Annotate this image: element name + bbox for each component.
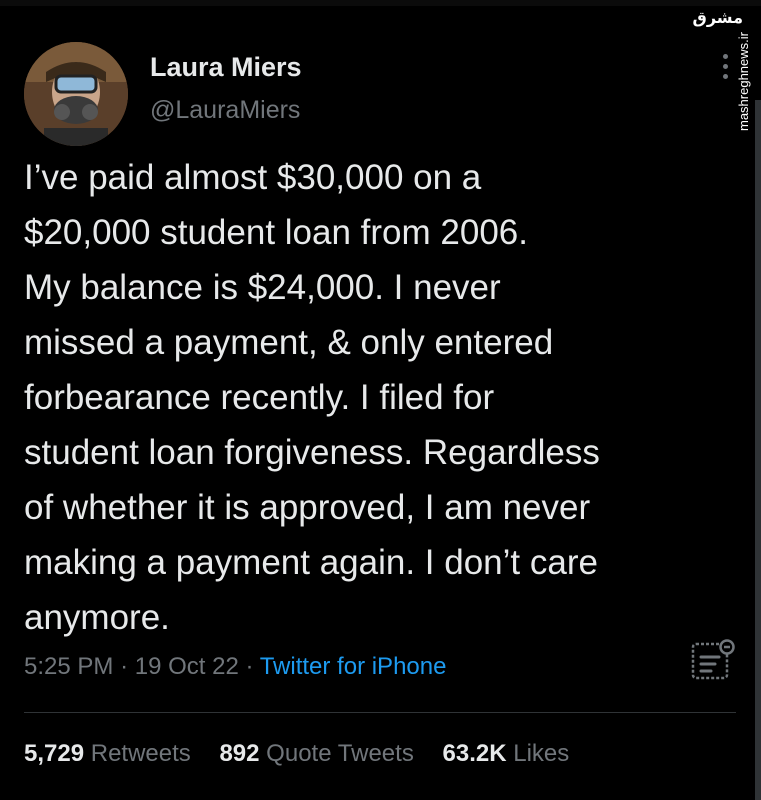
avatar[interactable] (24, 42, 128, 146)
meta-separator: · (120, 653, 129, 680)
quote-tweets-stat[interactable]: 892 Quote Tweets (219, 740, 420, 767)
tweet-line: $20,000 student loan from 2006. (24, 213, 528, 252)
tweet-line: making a payment again. I don’t care (24, 543, 598, 582)
tweet-text: I’ve paid almost $30,000 on a $20,000 st… (24, 150, 729, 645)
more-dot (722, 64, 728, 69)
divider (24, 712, 736, 713)
tweet-time[interactable]: 5:25 PM (24, 653, 113, 680)
display-name[interactable]: Laura Miers (150, 52, 302, 83)
more-dot (722, 54, 728, 59)
top-border (0, 0, 761, 6)
retweets-stat[interactable]: 5,729 Retweets (24, 740, 197, 767)
likes-stat[interactable]: 63.2K Likes (443, 740, 570, 767)
more-icon[interactable] (721, 54, 729, 79)
quote-tweets-label: Quote Tweets (266, 740, 414, 767)
tweet-line: My balance is $24,000. I never (24, 268, 501, 307)
handle[interactable]: @LauraMiers (150, 96, 300, 125)
quote-tweets-count: 892 (219, 740, 260, 767)
retweets-count: 5,729 (24, 740, 85, 767)
tweet-stats: 5,729 Retweets 892 Quote Tweets 63.2K Li… (24, 740, 591, 768)
tweet-date[interactable]: 19 Oct 22 (135, 653, 239, 680)
tweet-line: forbearance recently. I filed for (24, 378, 495, 417)
tweet-source-link[interactable]: Twitter for iPhone (260, 653, 447, 680)
more-dot (722, 74, 728, 79)
tweet-line: I’ve paid almost $30,000 on a (24, 158, 482, 197)
avatar-image (24, 42, 128, 146)
watermark-logo: مشرق (692, 10, 743, 27)
watermark-site: mashreghnews.ir (736, 32, 751, 131)
tweet-line: of whether it is approved, I am never (24, 488, 591, 527)
scrollbar[interactable] (755, 100, 761, 800)
tweet-line: student loan forgiveness. Regardless (24, 433, 600, 472)
tweet-meta: 5:25 PM · 19 Oct 22 · Twitter for iPhone (24, 653, 446, 681)
likes-label: Likes (513, 740, 570, 767)
likes-count: 63.2K (442, 740, 507, 767)
analytics-icon[interactable] (690, 638, 736, 684)
retweets-label: Retweets (90, 740, 191, 767)
meta-separator: · (245, 653, 254, 680)
tweet-line: anymore. (24, 598, 170, 637)
tweet-line: missed a payment, & only entered (24, 323, 554, 362)
